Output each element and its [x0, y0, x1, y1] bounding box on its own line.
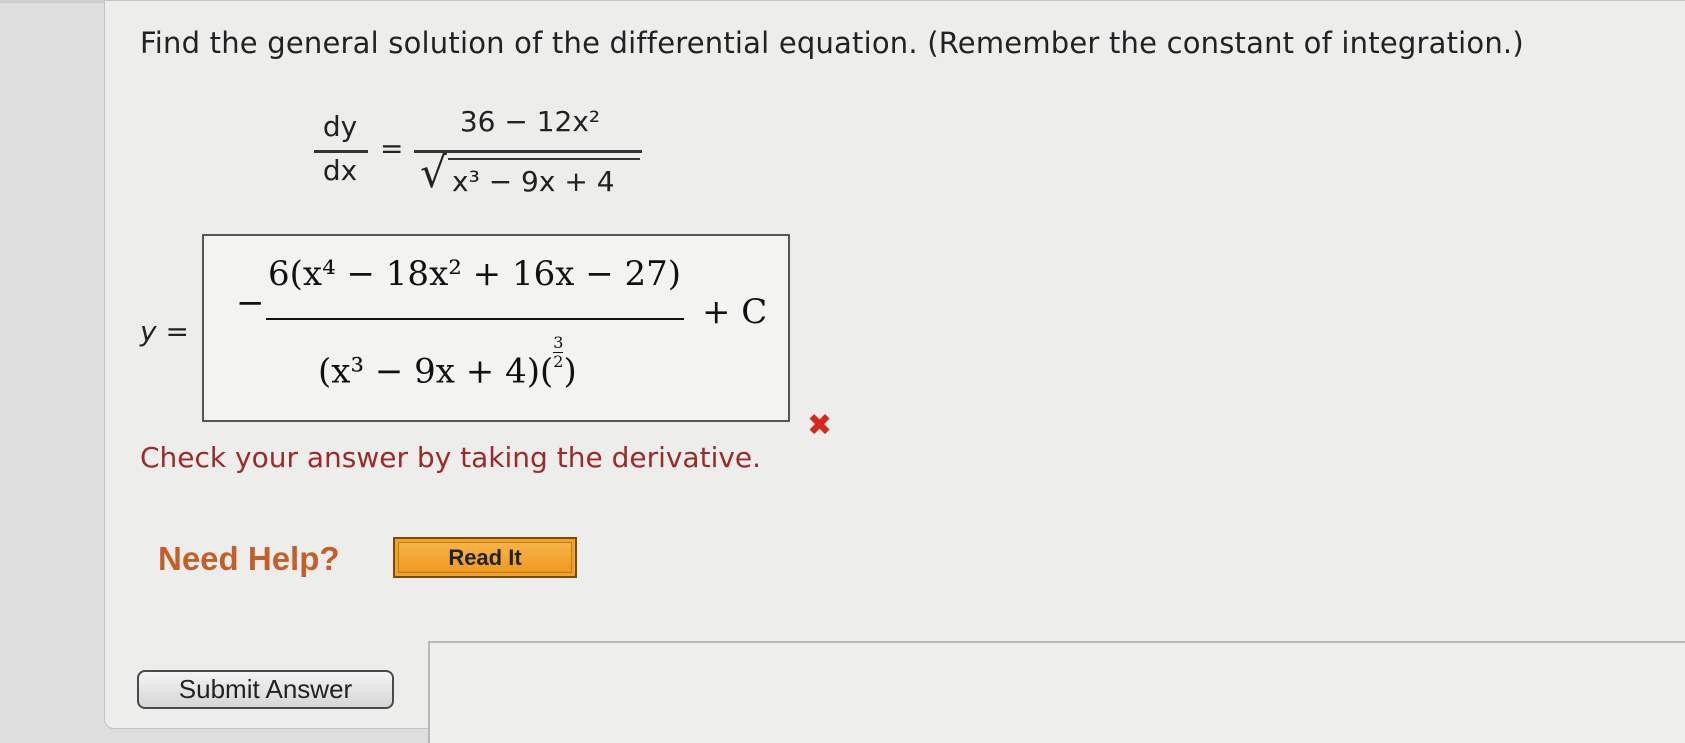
question-prompt: Find the general solution of the differe… — [140, 26, 1524, 60]
read-it-label: Read It — [398, 542, 572, 573]
square-root-bar — [448, 158, 640, 160]
answer-numerator: 6(x⁴ − 18x² + 16x − 27) — [268, 254, 682, 294]
exponent-denominator: 2 — [553, 351, 564, 371]
rhs-numerator: 36 − 12x² — [459, 105, 601, 138]
submit-answer-button[interactable]: Submit Answer — [137, 670, 394, 709]
answer-exponent: 32 — [553, 333, 564, 371]
answer-denominator-base: (x³ − 9x + 4) — [318, 351, 540, 392]
incorrect-x-icon: ✖ — [807, 408, 833, 443]
exponent-numerator: 3 — [553, 333, 564, 352]
answer-exponent-close: ) — [563, 351, 577, 392]
rhs-fraction-bar — [414, 150, 642, 153]
need-help-label: Need Help? — [158, 540, 340, 577]
lower-panel — [428, 641, 1685, 743]
square-root-icon: √ — [420, 148, 447, 197]
rhs-denominator: x³ − 9x + 4 — [452, 165, 615, 198]
answer-label: y = — [140, 315, 189, 348]
answer-fraction-bar — [266, 318, 684, 320]
answer-leading-sign: − — [236, 283, 265, 323]
lhs-denominator: dx — [322, 154, 358, 187]
read-it-button[interactable]: Read It — [393, 537, 577, 578]
answer-exponent-open: ( — [539, 351, 554, 392]
lhs-numerator: dy — [322, 110, 358, 143]
lhs-fraction-bar — [314, 150, 368, 153]
feedback-message: Check your answer by taking the derivati… — [140, 441, 762, 474]
answer-constant: + C — [702, 292, 768, 332]
equals-sign: = — [380, 132, 404, 165]
answer-denominator: (x³ − 9x + 4)(3 2) — [318, 334, 577, 392]
